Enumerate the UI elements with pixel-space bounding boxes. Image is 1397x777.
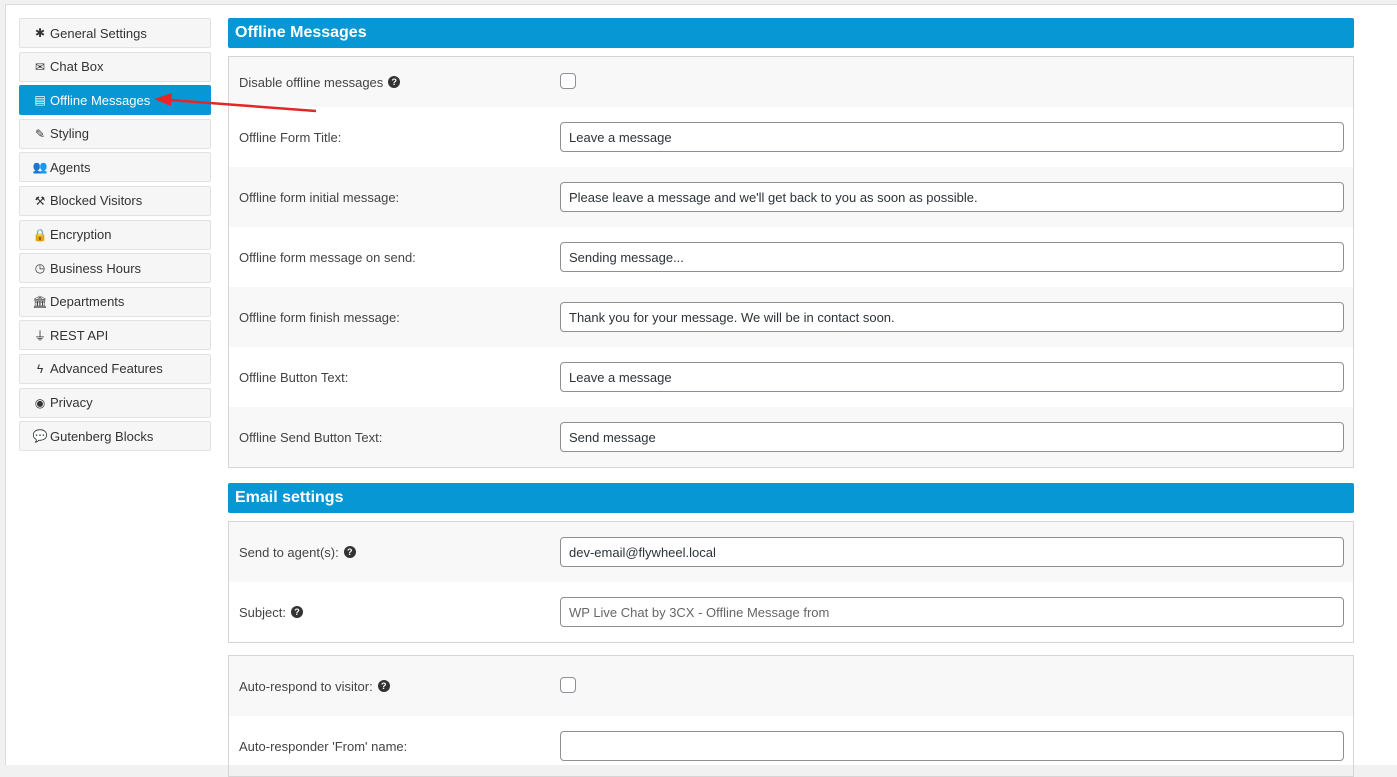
auto-responder-from-name-input[interactable] <box>560 731 1344 761</box>
users-icon: 👥 <box>32 160 48 175</box>
auto-responder-from-name-label: Auto-responder 'From' name: <box>239 738 408 754</box>
settings-content: Offline Messages Disable offline message… <box>228 18 1354 777</box>
auto-respond-panel: Auto-respond to visitor: ? Auto-responde… <box>228 655 1354 777</box>
email-settings-panel: Send to agent(s): ? Subject: ? <box>228 521 1354 643</box>
form-row: Offline Button Text: <box>229 347 1353 407</box>
offline-initial-message-input[interactable] <box>560 182 1344 212</box>
sidebar-item-chat-box[interactable]: ✉ Chat Box <box>19 51 211 82</box>
form-row: Send to agent(s): ? <box>229 522 1353 582</box>
offline-messages-panel: Disable offline messages ? Offline Form … <box>228 56 1354 468</box>
sidebar-item-label: Privacy <box>50 395 93 411</box>
offline-button-text-input[interactable] <box>560 362 1344 392</box>
gavel-icon: ⚒ <box>34 193 46 208</box>
sidebar-item-advanced-features[interactable]: ϟ Advanced Features <box>19 353 211 384</box>
lock-icon: 🔒 <box>32 227 48 242</box>
sidebar-item-privacy[interactable]: ◉ Privacy <box>19 387 211 418</box>
offline-button-text-label: Offline Button Text: <box>239 369 349 385</box>
settings-sidebar: ✱ General Settings ✉ Chat Box ▤ Offline … <box>19 18 211 455</box>
offline-initial-message-label: Offline form initial message: <box>239 189 400 205</box>
form-row: Offline form finish message: <box>229 287 1353 347</box>
help-icon[interactable]: ? <box>388 76 401 88</box>
disable-offline-messages-label: Disable offline messages <box>239 74 384 90</box>
comment-icon: 💬 <box>32 429 48 444</box>
plug-icon: ⏚ <box>33 328 46 343</box>
clock-icon: ◷ <box>34 261 46 276</box>
sidebar-item-label: REST API <box>50 327 109 343</box>
sidebar-item-label: Advanced Features <box>50 361 163 377</box>
form-row: Auto-responder 'From' name: <box>229 716 1353 776</box>
offline-send-button-text-input[interactable] <box>560 422 1344 452</box>
book-icon: ▤ <box>34 93 46 108</box>
sidebar-item-label: Gutenberg Blocks <box>50 428 154 444</box>
sidebar-item-departments[interactable]: 🏛 Departments <box>19 286 211 317</box>
sidebar-item-label: Offline Messages <box>50 92 151 108</box>
form-row: Offline form message on send: <box>229 227 1353 287</box>
disable-offline-messages-checkbox[interactable] <box>560 72 576 89</box>
form-row: Offline Form Title: <box>229 107 1353 167</box>
subject-input[interactable] <box>560 597 1344 627</box>
gear-icon: ✱ <box>34 26 46 40</box>
form-row: Subject: ? <box>229 582 1353 642</box>
offline-form-title-input[interactable] <box>560 122 1344 152</box>
sidebar-item-offline-messages[interactable]: ▤ Offline Messages <box>19 85 211 116</box>
sidebar-item-blocked-visitors[interactable]: ⚒ Blocked Visitors <box>19 185 211 216</box>
offline-form-title-label: Offline Form Title: <box>239 129 342 145</box>
sidebar-item-label: Encryption <box>50 227 112 243</box>
sidebar-item-rest-api[interactable]: ⏚ REST API <box>19 320 211 351</box>
sidebar-item-business-hours[interactable]: ◷ Business Hours <box>19 253 211 284</box>
sidebar-item-agents[interactable]: 👥 Agents <box>19 152 211 183</box>
sidebar-item-encryption[interactable]: 🔒 Encryption <box>19 219 211 250</box>
sidebar-item-gutenberg-blocks[interactable]: 💬 Gutenberg Blocks <box>19 421 211 452</box>
eye-icon: ◉ <box>34 395 46 410</box>
form-row: Offline form initial message: <box>229 167 1353 227</box>
sidebar-item-general-settings[interactable]: ✱ General Settings <box>19 18 211 48</box>
offline-send-button-text-label: Offline Send Button Text: <box>239 429 383 445</box>
pencil-icon: ✎ <box>34 126 46 141</box>
section-header-email-settings: Email settings <box>228 483 1354 513</box>
sidebar-item-styling[interactable]: ✎ Styling <box>19 118 211 149</box>
offline-on-send-input[interactable] <box>560 242 1344 272</box>
sidebar-item-label: Departments <box>50 294 125 310</box>
send-to-agents-label: Send to agent(s): <box>239 544 339 560</box>
sidebar-item-label: Styling <box>50 126 90 142</box>
sidebar-item-label: Agents <box>50 159 91 175</box>
send-to-agents-input[interactable] <box>560 537 1344 567</box>
help-icon[interactable]: ? <box>343 546 356 558</box>
form-row: Offline Send Button Text: <box>229 407 1353 467</box>
form-row: Disable offline messages ? <box>229 57 1353 107</box>
form-row: Auto-respond to visitor: ? <box>229 656 1353 716</box>
sidebar-item-label: Chat Box <box>50 59 104 75</box>
auto-respond-checkbox[interactable] <box>560 676 576 693</box>
envelope-icon: ✉ <box>34 59 46 74</box>
offline-finish-message-input[interactable] <box>560 302 1344 332</box>
help-icon[interactable]: ? <box>290 606 303 618</box>
offline-finish-message-label: Offline form finish message: <box>239 309 400 325</box>
subject-label: Subject: <box>239 604 286 620</box>
auto-respond-label: Auto-respond to visitor: <box>239 678 373 694</box>
sidebar-item-label: Business Hours <box>50 260 142 276</box>
section-header-offline-messages: Offline Messages <box>228 18 1354 48</box>
bolt-icon: ϟ <box>36 361 44 376</box>
sidebar-item-label: General Settings <box>50 25 147 41</box>
university-icon: 🏛 <box>32 294 48 309</box>
help-icon[interactable]: ? <box>377 680 390 692</box>
sidebar-item-label: Blocked Visitors <box>50 193 143 209</box>
offline-on-send-label: Offline form message on send: <box>239 249 416 265</box>
